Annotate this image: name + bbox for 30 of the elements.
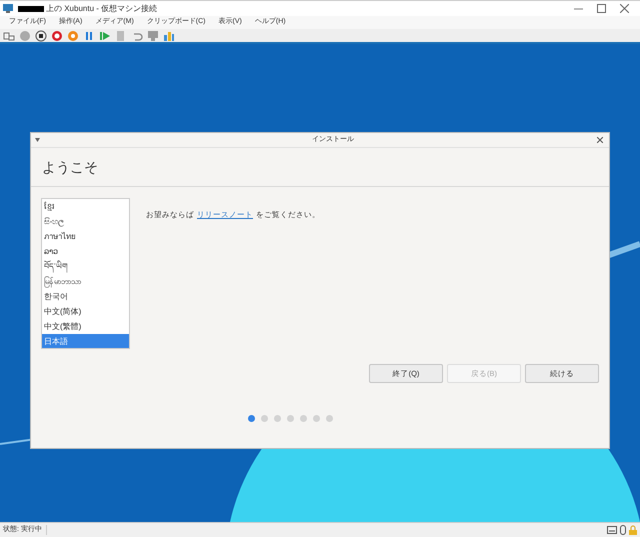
caret-icon[interactable]: [35, 138, 40, 142]
pause-icon[interactable]: [83, 30, 95, 42]
language-item[interactable]: 中文(繁體): [42, 319, 129, 334]
language-item[interactable]: ខ្មែរ: [42, 199, 129, 214]
language-item[interactable]: ລາວ: [42, 244, 129, 259]
monitor-icon: [3, 3, 14, 14]
close-icon[interactable]: [620, 4, 629, 13]
close-icon[interactable]: [597, 137, 603, 143]
window-title: 上の Xubuntu - 仮想マシン接続: [46, 2, 158, 14]
redaction-bar: [18, 6, 44, 12]
play-icon[interactable]: [99, 30, 111, 42]
lock-icon: [629, 525, 637, 535]
language-item[interactable]: ภาษาไทย: [42, 229, 129, 244]
language-item[interactable]: 日本語: [42, 334, 129, 348]
page-heading: ようこそ: [42, 158, 98, 176]
maximize-icon[interactable]: [597, 4, 606, 13]
language-item[interactable]: 中文(简体): [42, 304, 129, 319]
language-item[interactable]: 한국어: [42, 289, 129, 304]
target-icon[interactable]: [51, 30, 63, 42]
paperclip-icon: [620, 525, 626, 535]
keyboard-icon: [607, 526, 617, 534]
circle-icon[interactable]: [19, 30, 31, 42]
computer-icon[interactable]: [3, 30, 15, 42]
screen-icon[interactable]: [147, 30, 159, 42]
stop-icon[interactable]: [35, 30, 47, 42]
power-icon[interactable]: [67, 30, 79, 42]
language-item[interactable]: မြန်မာဘာသာ: [42, 274, 129, 289]
language-item[interactable]: සිංහල: [42, 214, 129, 229]
language-item[interactable]: བོད་ཡིག: [42, 259, 129, 274]
chart-icon[interactable]: [163, 30, 175, 42]
